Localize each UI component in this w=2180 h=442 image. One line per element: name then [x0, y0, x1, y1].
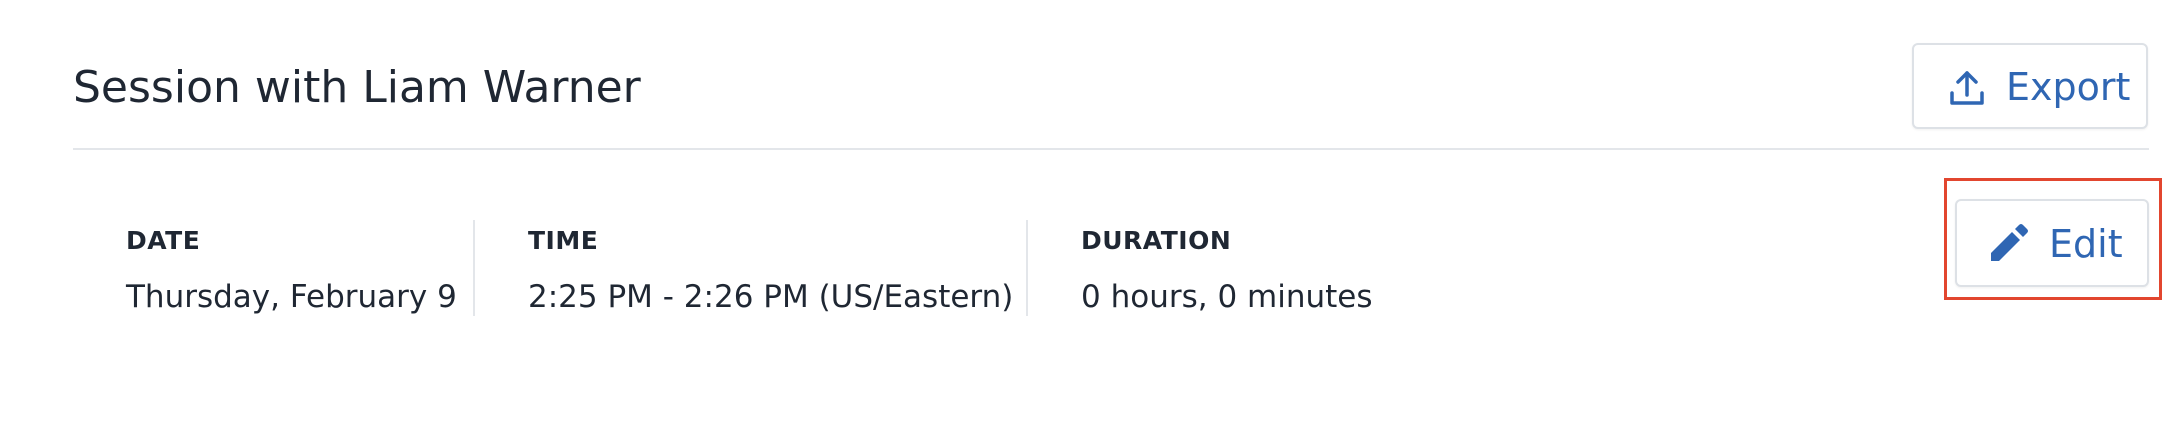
- duration-field: DURATION 0 hours, 0 minutes: [1081, 224, 1373, 318]
- field-separator: [1026, 220, 1028, 316]
- date-field: DATE Thursday, February 9: [126, 224, 457, 318]
- edit-button-label: Edit: [2049, 222, 2123, 266]
- date-label: DATE: [126, 226, 201, 255]
- export-button-label: Export: [2006, 65, 2131, 109]
- duration-value: 0 hours, 0 minutes: [1081, 279, 1373, 315]
- page-title: Session with Liam Warner: [73, 62, 641, 113]
- time-label: TIME: [528, 226, 599, 255]
- edit-button[interactable]: Edit: [1955, 199, 2149, 287]
- header-divider: [73, 148, 2149, 150]
- date-value: Thursday, February 9: [126, 279, 457, 315]
- export-button[interactable]: Export: [1912, 43, 2148, 129]
- pencil-icon: [1987, 223, 2029, 265]
- time-value: 2:25 PM - 2:26 PM (US/Eastern): [528, 279, 1014, 315]
- duration-label: DURATION: [1081, 226, 1232, 255]
- time-field: TIME 2:25 PM - 2:26 PM (US/Eastern): [528, 224, 1013, 318]
- field-separator: [473, 220, 475, 316]
- upload-icon: [1948, 69, 1986, 107]
